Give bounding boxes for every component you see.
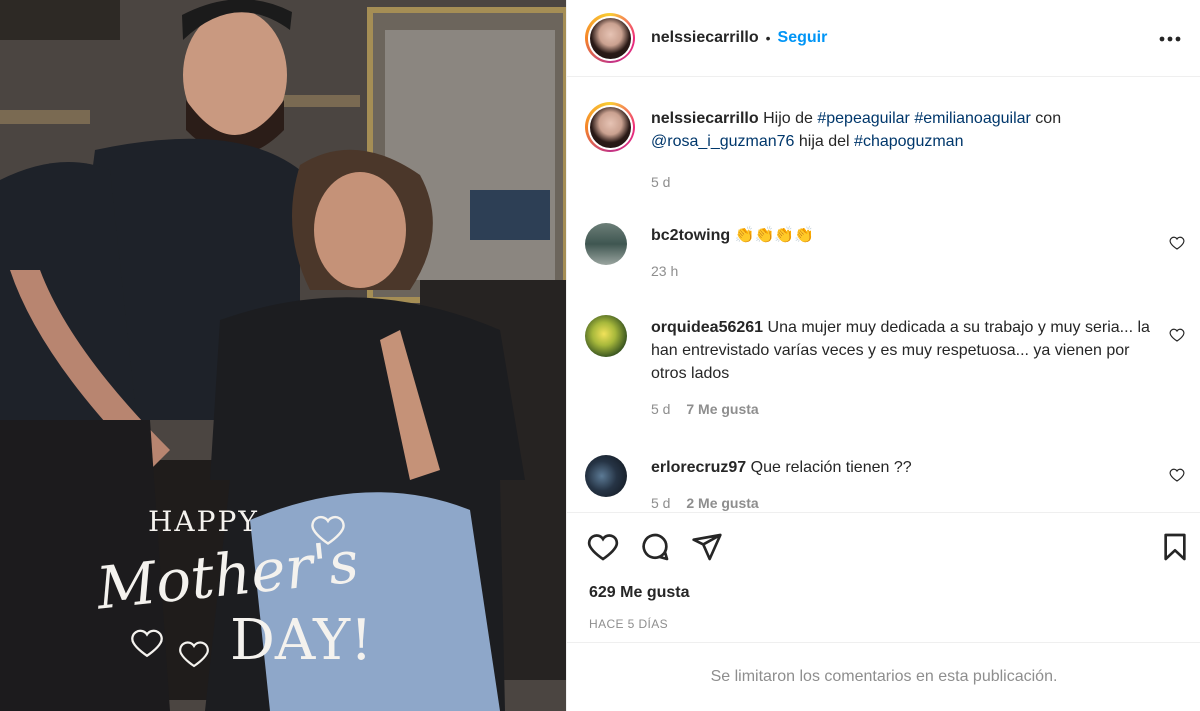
caption-meta: 5 d bbox=[651, 174, 1185, 190]
comment-like-heart-icon[interactable] bbox=[1169, 327, 1185, 343]
avatar[interactable] bbox=[585, 102, 635, 152]
comment-username[interactable]: bc2towing bbox=[651, 227, 730, 244]
comment-likes[interactable]: 2 Me gusta bbox=[686, 495, 758, 511]
comment-meta: 5 d 2 Me gusta bbox=[651, 495, 1185, 511]
comment-username[interactable]: erlorecruz97 bbox=[651, 459, 746, 476]
post-header: nelssiecarrillo • Seguir bbox=[567, 0, 1200, 77]
photo-illustration bbox=[0, 0, 566, 711]
hashtag-link[interactable]: #pepeaguilar bbox=[817, 110, 910, 127]
comment-avatar[interactable] bbox=[585, 223, 627, 265]
post-side-panel: nelssiecarrillo • Seguir nelssiecarrillo… bbox=[566, 0, 1200, 711]
comment-text: bc2towing 👏👏👏👏 bbox=[651, 223, 1161, 247]
caption-username[interactable]: nelssiecarrillo bbox=[651, 110, 759, 127]
comment-item: bc2towing 👏👏👏👏 23 h bbox=[585, 223, 1185, 279]
overlay-heart-icon bbox=[179, 641, 209, 668]
bookmark-icon[interactable] bbox=[1159, 531, 1191, 563]
caption-text: nelssiecarrillo Hijo de #pepeaguilar #em… bbox=[651, 102, 1161, 153]
comment-time[interactable]: 5 d bbox=[651, 495, 670, 511]
heart-icon[interactable] bbox=[587, 531, 619, 563]
overlay-day-text: DAY! bbox=[230, 608, 373, 673]
comment-text: erlorecruz97 Que relación tienen ?? bbox=[651, 455, 1161, 479]
send-icon[interactable] bbox=[691, 531, 723, 563]
comment-content: 👏👏👏👏 bbox=[734, 227, 815, 244]
post-username[interactable]: nelssiecarrillo bbox=[651, 29, 759, 47]
comment-like-heart-icon[interactable] bbox=[1169, 467, 1185, 483]
comment-meta: 23 h bbox=[651, 263, 1185, 279]
comment-avatar[interactable] bbox=[585, 315, 627, 357]
comments-limited-notice: Se limitaron los comentarios en esta pub… bbox=[567, 642, 1200, 711]
overlay-heart-icon bbox=[311, 515, 345, 545]
more-horizontal-icon[interactable] bbox=[1157, 26, 1183, 52]
action-bar bbox=[567, 512, 1200, 580]
comment-meta: 5 d 7 Me gusta bbox=[651, 401, 1185, 417]
comment-item: erlorecruz97 Que relación tienen ?? 5 d … bbox=[585, 455, 1185, 511]
caption-time[interactable]: 5 d bbox=[651, 174, 670, 190]
follow-button[interactable]: Seguir bbox=[778, 29, 828, 47]
likes-count[interactable]: 629 Me gusta bbox=[589, 584, 689, 602]
post-photo: HAPPY Mother's DAY! bbox=[0, 0, 566, 711]
comment-likes[interactable]: 7 Me gusta bbox=[686, 401, 758, 417]
comments-limited-text: Se limitaron los comentarios en esta pub… bbox=[710, 668, 1058, 685]
caption-text-part: Hijo de bbox=[763, 110, 813, 127]
overlay-happy-text: HAPPY bbox=[148, 505, 259, 538]
comments-list[interactable]: nelssiecarrillo Hijo de #pepeaguilar #em… bbox=[567, 78, 1200, 512]
caption-text-part: con bbox=[1035, 110, 1062, 127]
comment-time[interactable]: 5 d bbox=[651, 401, 670, 417]
hashtag-link[interactable]: #emilianoaguilar bbox=[914, 110, 1031, 127]
overlay-heart-icon bbox=[131, 629, 163, 658]
comment-text: orquidea56261 Una mujer muy dedicada a s… bbox=[651, 315, 1161, 385]
comment-icon[interactable] bbox=[639, 531, 671, 563]
post-caption: nelssiecarrillo Hijo de #pepeaguilar #em… bbox=[585, 102, 1185, 190]
avatar[interactable] bbox=[585, 13, 635, 63]
hashtag-link[interactable]: #chapoguzman bbox=[854, 133, 963, 150]
mention-link[interactable]: @rosa_i_guzman76 bbox=[651, 133, 794, 150]
comment-time[interactable]: 23 h bbox=[651, 263, 678, 279]
comment-like-heart-icon[interactable] bbox=[1169, 235, 1185, 251]
avatar-image bbox=[589, 106, 631, 148]
comment-item: orquidea56261 Una mujer muy dedicada a s… bbox=[585, 315, 1185, 417]
post-time-ago[interactable]: HACE 5 DÍAS bbox=[589, 617, 668, 631]
separator-dot: • bbox=[765, 30, 771, 46]
caption-text-part: hija del bbox=[798, 133, 850, 150]
comment-avatar[interactable] bbox=[585, 455, 627, 497]
comment-content: Que relación tienen ?? bbox=[750, 459, 912, 476]
comment-username[interactable]: orquidea56261 bbox=[651, 319, 763, 336]
avatar-image bbox=[589, 17, 631, 59]
